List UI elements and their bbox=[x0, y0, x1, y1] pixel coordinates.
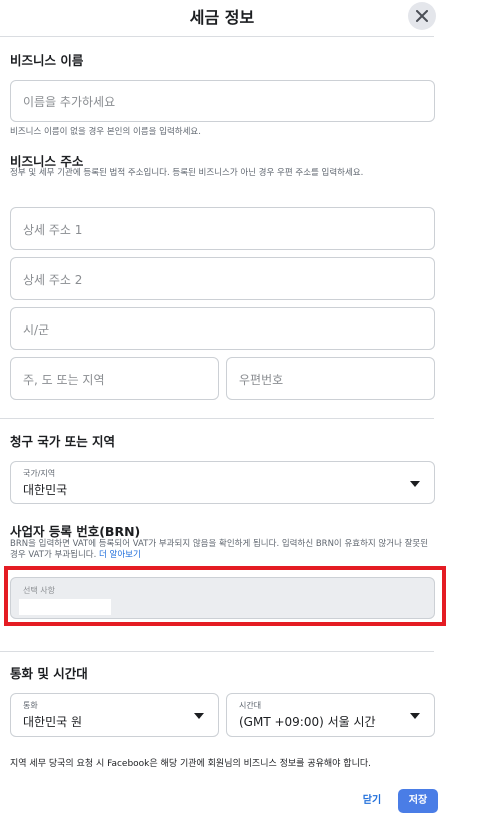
country-select-label: 국가/지역 bbox=[23, 469, 56, 478]
close-button[interactable] bbox=[408, 2, 436, 30]
country-select[interactable]: 국가/지역 대한민국 bbox=[10, 461, 435, 504]
address-line2-input[interactable]: 상세 주소 2 bbox=[10, 257, 435, 300]
chevron-down-icon bbox=[410, 481, 420, 487]
address-line2-placeholder: 상세 주소 2 bbox=[23, 273, 83, 287]
zip-placeholder: 우편번호 bbox=[239, 373, 284, 387]
learn-more-link[interactable]: 더 알아보기 bbox=[99, 550, 141, 560]
section-divider-2 bbox=[0, 651, 434, 652]
city-placeholder: 시/군 bbox=[23, 323, 50, 337]
address-line1-placeholder: 상세 주소 1 bbox=[23, 223, 83, 237]
close-icon bbox=[416, 10, 428, 22]
zip-input[interactable]: 우편번호 bbox=[226, 357, 435, 400]
save-button[interactable]: 저장 bbox=[398, 789, 438, 813]
timezone-select-label: 시간대 bbox=[239, 701, 262, 710]
currency-select-label: 통화 bbox=[23, 701, 38, 710]
state-input[interactable]: 주, 도 또는 지역 bbox=[10, 357, 219, 400]
chevron-down-icon bbox=[194, 713, 204, 719]
brn-help: BRN을 입력하면 VAT에 등록되어 VAT가 부과되지 않음을 확인하게 됩… bbox=[10, 539, 435, 561]
tax-info-dialog: 세금 정보 비즈니스 이름 이름을 추가하세요 비즈니스 이름이 없을 경우 본… bbox=[0, 0, 446, 816]
business-name-help: 비즈니스 이름이 없을 경우 본인의 이름을 입력하세요. bbox=[10, 127, 201, 137]
billing-country-heading: 청구 국가 또는 지역 bbox=[10, 434, 116, 449]
close-dialog-button[interactable]: 닫기 bbox=[352, 789, 392, 813]
timezone-select-value: (GMT +09:00) 서울 시간 bbox=[239, 715, 376, 729]
address-line1-input[interactable]: 상세 주소 1 bbox=[10, 207, 435, 250]
currency-timezone-heading: 통화 및 시간대 bbox=[10, 666, 88, 681]
dialog-title: 세금 정보 bbox=[189, 8, 255, 27]
business-name-heading: 비즈니스 이름 bbox=[10, 53, 84, 68]
brn-heading: 사업자 등록 번호(BRN) bbox=[10, 524, 141, 539]
privacy-footnote: 지역 세무 당국의 요청 시 Facebook은 해당 기관에 회원님의 비즈니… bbox=[10, 759, 372, 769]
currency-select-value: 대한민국 원 bbox=[23, 715, 83, 729]
dialog-header: 세금 정보 bbox=[0, 0, 444, 36]
header-divider bbox=[0, 36, 434, 37]
business-address-help: 정부 및 세무 기관에 등록된 법적 주소입니다. 등록된 비즈니스가 아닌 경… bbox=[10, 168, 364, 178]
business-name-placeholder: 이름을 추가하세요 bbox=[23, 95, 116, 109]
highlight-box bbox=[4, 566, 446, 626]
city-input[interactable]: 시/군 bbox=[10, 307, 435, 350]
timezone-select[interactable]: 시간대 (GMT +09:00) 서울 시간 bbox=[226, 693, 435, 737]
business-name-input[interactable]: 이름을 추가하세요 bbox=[10, 80, 435, 122]
currency-select[interactable]: 통화 대한민국 원 bbox=[10, 693, 219, 737]
state-placeholder: 주, 도 또는 지역 bbox=[23, 373, 105, 387]
chevron-down-icon bbox=[410, 713, 420, 719]
section-divider-1 bbox=[0, 418, 434, 419]
brn-help-text: BRN을 입력하면 VAT에 등록되어 VAT가 부과되지 않음을 확인하게 됩… bbox=[10, 539, 429, 560]
country-select-value: 대한민국 bbox=[23, 483, 68, 497]
